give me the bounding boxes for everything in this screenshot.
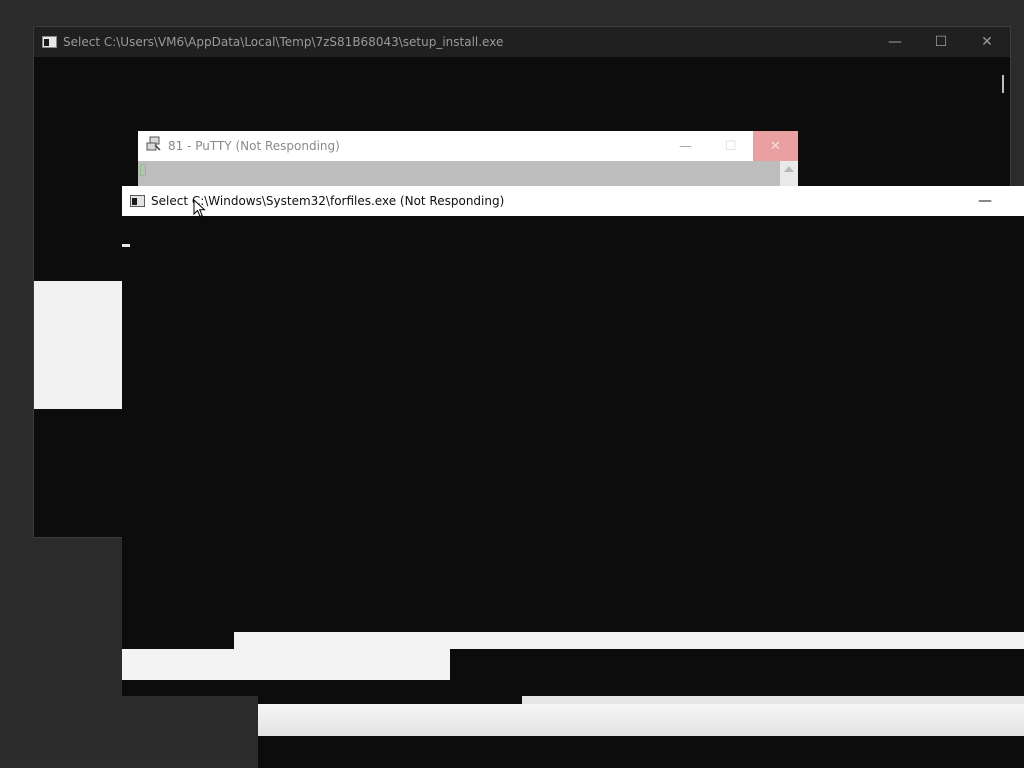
terminal-cursor — [140, 164, 146, 176]
minimize-button[interactable]: — — [962, 186, 1008, 216]
forfiles-console-window[interactable]: Select C:\Windows\System32\forfiles.exe … — [122, 186, 1024, 696]
scrollbar-thumb[interactable] — [1002, 75, 1004, 93]
render-glitch-band — [234, 632, 1024, 649]
forfiles-titlebar[interactable]: Select C:\Windows\System32\forfiles.exe … — [122, 186, 1024, 216]
putty-window[interactable]: 81 - PuTTY (Not Responding) — ☐ ✕ — [138, 131, 798, 191]
console-cursor — [122, 244, 130, 247]
maximize-button[interactable]: ☐ — [708, 131, 753, 161]
console-icon — [130, 195, 145, 207]
scroll-up-arrow-icon[interactable] — [784, 166, 794, 172]
minimize-button[interactable]: — — [663, 131, 708, 161]
putty-title: 81 - PuTTY (Not Responding) — [168, 139, 340, 153]
maximize-button[interactable]: ☐ — [918, 27, 964, 57]
putty-titlebar[interactable]: 81 - PuTTY (Not Responding) — ☐ ✕ — [138, 131, 798, 161]
close-button[interactable]: ✕ — [753, 131, 798, 161]
close-button[interactable]: ✕ — [964, 27, 1010, 57]
mouse-pointer-icon — [193, 199, 206, 218]
render-glitch-band — [258, 704, 1024, 736]
putty-icon — [146, 136, 162, 156]
render-glitch-band — [122, 649, 450, 680]
setup-install-title: Select C:\Users\VM6\AppData\Local\Temp\7… — [63, 35, 504, 49]
minimize-button[interactable]: — — [872, 27, 918, 57]
render-glitch-band — [34, 281, 124, 409]
setup-install-titlebar[interactable]: Select C:\Users\VM6\AppData\Local\Temp\7… — [34, 27, 1010, 57]
console-icon — [42, 36, 57, 48]
